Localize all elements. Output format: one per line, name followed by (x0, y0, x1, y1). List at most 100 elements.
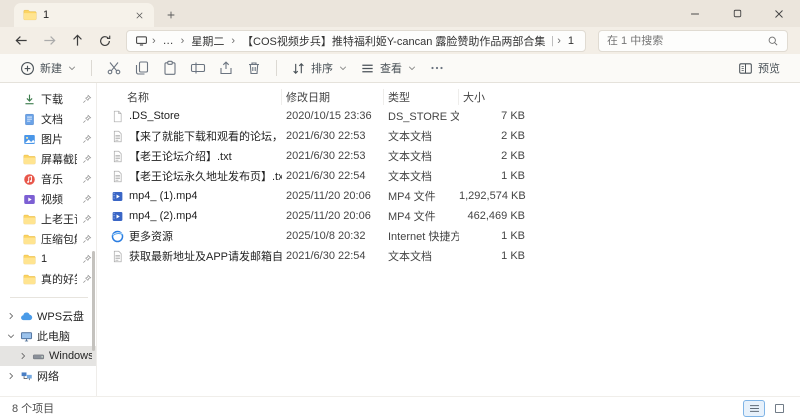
new-tab-button[interactable] (162, 6, 180, 24)
more-options-button[interactable] (423, 56, 451, 80)
new-button[interactable]: 新建 (14, 56, 83, 80)
folder-icon (23, 253, 36, 266)
breadcrumb-item[interactable]: 星期二 (188, 33, 227, 49)
close-button[interactable] (758, 0, 800, 27)
sidebar-item-downloads[interactable]: 下载 (0, 89, 96, 109)
column-headers: 名称 修改日期 类型 大小 (97, 87, 800, 106)
internet-shortcut-icon (111, 230, 124, 243)
file-size: 462,469 KB (467, 210, 526, 222)
folder-icon (23, 153, 36, 166)
chevron-right-icon[interactable] (18, 351, 28, 361)
sidebar-item-documents[interactable]: 文档 (0, 109, 96, 129)
sidebar-item-network[interactable]: 网络 (0, 366, 96, 386)
table-row[interactable]: mp4_ (1).mp4 2025/11/20 20:06 MP4 文件 1,2… (97, 186, 800, 206)
file-name: 【老王论坛介绍】.txt (129, 151, 232, 163)
folder-icon (23, 213, 36, 226)
column-header-type[interactable]: 类型 (384, 88, 459, 105)
picture-icon (23, 133, 36, 146)
rename-button[interactable] (184, 56, 212, 80)
toolbar-divider (91, 60, 92, 76)
large-icons-view-button[interactable] (768, 400, 790, 417)
sidebar-item-pictures[interactable]: 图片 (0, 129, 96, 149)
explorer-tab[interactable]: 1 (14, 3, 154, 27)
sidebar-item-folder-funny[interactable]: 真的好笑！叫 (0, 269, 96, 289)
minimize-button[interactable] (674, 0, 716, 27)
file-media-icon (111, 210, 124, 223)
this-pc-icon[interactable] (135, 34, 148, 47)
sort-button[interactable]: 排序 (285, 56, 354, 80)
column-header-name[interactable]: 名称 (97, 88, 282, 105)
tab-close-icon[interactable] (130, 6, 148, 24)
table-row[interactable]: 获取最新地址及APP请发邮箱自动获取.txt 2021/6/30 22:54 文… (97, 246, 800, 266)
table-row[interactable]: 【来了就能下载和观看的论坛，纯免费！】.txt 2021/6/30 22:53 … (97, 126, 800, 146)
breadcrumb-separator: › (152, 34, 156, 47)
file-date: 2020/10/15 23:36 (286, 110, 372, 122)
file-date: 2025/10/8 20:32 (286, 230, 366, 242)
sidebar-item-folder-1[interactable]: 1 (0, 249, 96, 269)
sidebar-item-folder-archive-tool[interactable]: 压缩包解密工 (0, 229, 96, 249)
folder-icon (23, 273, 36, 286)
back-button[interactable] (8, 30, 34, 52)
breadcrumb-item[interactable]: 【COS视频步兵】推特福利姬Y-cancan 露脸赞助作品两部合集【1.7G】 (239, 33, 553, 49)
sidebar-item-wps-cloud[interactable]: WPS云盘 (0, 306, 96, 326)
file-date: 2021/6/30 22:54 (286, 250, 366, 262)
search-box[interactable] (598, 29, 788, 52)
breadcrumb[interactable]: › … › 星期二 › 【COS视频步兵】推特福利姬Y-cancan 露脸赞助作… (126, 29, 586, 52)
preview-button[interactable]: 预览 (732, 56, 786, 80)
copy-button[interactable] (128, 56, 156, 80)
chevron-down-icon[interactable] (6, 331, 16, 341)
file-type: 文本文档 (388, 171, 432, 183)
column-header-size[interactable]: 大小 (459, 89, 531, 105)
cut-button[interactable] (100, 56, 128, 80)
sidebar-item-windows-ssd[interactable]: Windows-SSD (0, 346, 96, 366)
file-size: 1 KB (501, 230, 525, 242)
up-button[interactable] (64, 30, 90, 52)
network-icon (20, 370, 33, 383)
folder-icon (23, 233, 36, 246)
paste-button[interactable] (156, 56, 184, 80)
sidebar-item-screenshots[interactable]: 屏幕截图 (0, 149, 96, 169)
share-button[interactable] (212, 56, 240, 80)
sidebar-scrollbar[interactable] (92, 251, 95, 351)
delete-button[interactable] (240, 56, 268, 80)
file-size: 1 KB (501, 170, 525, 182)
breadcrumb-separator: › (557, 34, 561, 47)
table-row[interactable]: 【老王论坛永久地址发布页】.txt 2021/6/30 22:54 文本文档 1… (97, 166, 800, 186)
breadcrumb-ellipsis[interactable]: … (160, 35, 177, 47)
breadcrumb-item-current[interactable]: 1 (565, 35, 577, 47)
refresh-button[interactable] (92, 30, 118, 52)
breadcrumb-separator: › (180, 34, 185, 47)
folder-icon (23, 8, 37, 22)
details-view-button[interactable] (743, 399, 765, 417)
pc-icon (20, 330, 33, 343)
file-name: 获取最新地址及APP请发邮箱自动获取.txt (129, 251, 282, 263)
table-row[interactable]: .DS_Store 2020/10/15 23:36 DS_STORE 文件 7… (97, 106, 800, 126)
pin-icon (82, 234, 92, 244)
sidebar-item-this-pc[interactable]: 此电脑 (0, 326, 96, 346)
maximize-button[interactable] (716, 0, 758, 27)
document-icon (23, 113, 36, 126)
column-header-date[interactable]: 修改日期 (282, 88, 384, 105)
forward-button[interactable] (36, 30, 62, 52)
file-name: mp4_ (1).mp4 (129, 190, 198, 202)
view-button[interactable]: 查看 (354, 56, 423, 80)
navigation-pane: 下载 文档 图片 屏幕截图 音乐 (0, 83, 97, 396)
chevron-right-icon[interactable] (6, 371, 16, 381)
table-row[interactable]: 【老王论坛介绍】.txt 2021/6/30 22:53 文本文档 2 KB (97, 146, 800, 166)
sidebar-item-music[interactable]: 音乐 (0, 169, 96, 189)
music-icon (23, 173, 36, 186)
file-explorer-window: 1 › … › 星期二 › 【COS视频步兵】推特福利姬Y-cancan 露脸赞… (0, 0, 800, 419)
table-row[interactable]: mp4_ (2).mp4 2025/11/20 20:06 MP4 文件 462… (97, 206, 800, 226)
sort-icon (291, 61, 306, 76)
table-row[interactable]: 更多资源 2025/10/8 20:32 Internet 快捷方式 1 KB (97, 226, 800, 246)
file-date: 2025/11/20 20:06 (286, 190, 371, 202)
sidebar-item-folder-laowang[interactable]: 上老王论坛当 (0, 209, 96, 229)
file-size: 2 KB (501, 150, 525, 162)
sidebar-item-videos[interactable]: 视频 (0, 189, 96, 209)
view-button-label: 查看 (380, 63, 402, 75)
window-controls (674, 0, 800, 27)
search-input[interactable] (607, 34, 761, 47)
file-name: 更多资源 (129, 231, 173, 243)
chevron-right-icon[interactable] (6, 311, 16, 321)
file-date: 2021/6/30 22:53 (286, 150, 366, 162)
